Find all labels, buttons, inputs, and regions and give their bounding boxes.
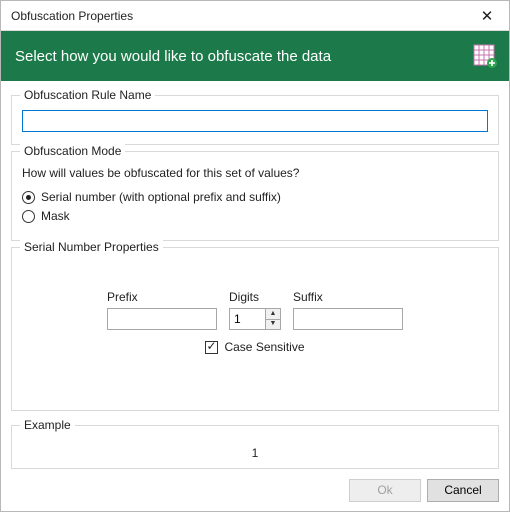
- digits-label: Digits: [229, 290, 281, 304]
- prefix-field: Prefix: [107, 290, 217, 330]
- rule-name-input[interactable]: [22, 110, 488, 132]
- digits-spinner: ▲ ▼: [229, 308, 281, 330]
- prefix-input[interactable]: [107, 308, 217, 330]
- header-subtitle: Select how you would like to obfuscate t…: [15, 48, 473, 65]
- case-sensitive-row[interactable]: Case Sensitive: [30, 340, 480, 354]
- ok-button[interactable]: Ok: [349, 479, 421, 502]
- mode-legend: Obfuscation Mode: [20, 144, 125, 158]
- window-title: Obfuscation Properties: [11, 9, 465, 23]
- example-legend: Example: [20, 418, 75, 432]
- radio-serial-row[interactable]: Serial number (with optional prefix and …: [22, 190, 488, 204]
- rule-name-legend: Obfuscation Rule Name: [20, 88, 155, 102]
- suffix-input[interactable]: [293, 308, 403, 330]
- example-value: 1: [22, 440, 488, 462]
- prefix-label: Prefix: [107, 290, 217, 304]
- spin-buttons: ▲ ▼: [265, 308, 281, 330]
- close-button[interactable]: ✕: [465, 1, 509, 31]
- mode-question: How will values be obfuscated for this s…: [22, 166, 488, 180]
- dialog-footer: Ok Cancel: [1, 469, 509, 511]
- serial-fields-row: Prefix Digits ▲ ▼: [30, 290, 480, 330]
- suffix-label: Suffix: [293, 290, 403, 304]
- dialog-window: Obfuscation Properties ✕ Select how you …: [0, 0, 510, 512]
- digits-down-button[interactable]: ▼: [266, 320, 280, 330]
- radio-serial-label: Serial number (with optional prefix and …: [41, 190, 281, 204]
- serial-legend: Serial Number Properties: [20, 240, 163, 254]
- radio-mask-label: Mask: [41, 209, 70, 223]
- case-sensitive-label: Case Sensitive: [224, 340, 304, 354]
- digits-input[interactable]: [229, 308, 265, 330]
- radio-serial[interactable]: [22, 191, 35, 204]
- radio-mask-row[interactable]: Mask: [22, 209, 488, 223]
- titlebar: Obfuscation Properties ✕: [1, 1, 509, 31]
- digits-up-button[interactable]: ▲: [266, 309, 280, 320]
- cancel-button[interactable]: Cancel: [427, 479, 499, 502]
- digits-field: Digits ▲ ▼: [229, 290, 281, 330]
- suffix-field: Suffix: [293, 290, 403, 330]
- radio-mask[interactable]: [22, 210, 35, 223]
- header-bar: Select how you would like to obfuscate t…: [1, 31, 509, 81]
- dialog-body: Obfuscation Rule Name Obfuscation Mode H…: [1, 81, 509, 469]
- close-icon: ✕: [481, 7, 494, 25]
- mode-group: Obfuscation Mode How will values be obfu…: [11, 151, 499, 241]
- rule-name-group: Obfuscation Rule Name: [11, 95, 499, 145]
- serial-properties-group: Serial Number Properties Prefix Digits ▲: [11, 247, 499, 411]
- example-group: Example 1: [11, 425, 499, 469]
- table-add-icon: [473, 44, 497, 68]
- case-sensitive-checkbox[interactable]: [205, 341, 218, 354]
- serial-body: Prefix Digits ▲ ▼: [22, 262, 488, 362]
